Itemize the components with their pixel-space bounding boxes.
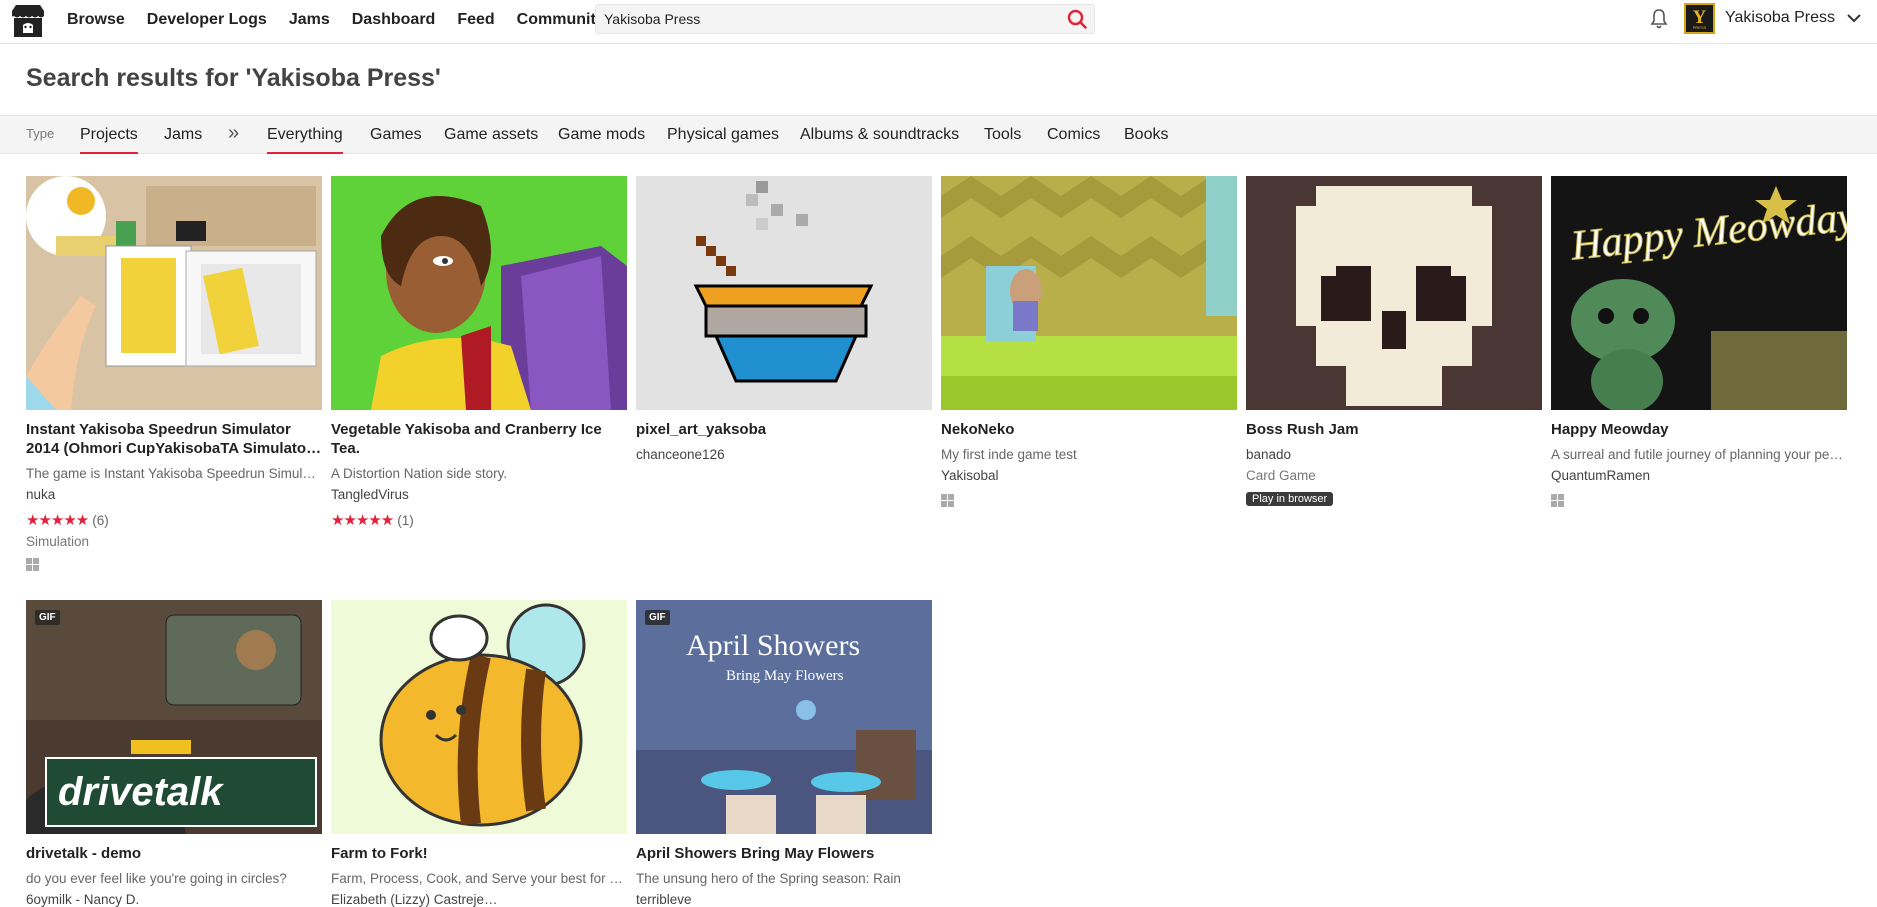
gif-badge: GIF	[645, 610, 670, 625]
nav-jams[interactable]: Jams	[289, 11, 330, 29]
game-genre: Card Game	[1246, 468, 1316, 483]
nav-browse[interactable]: Browse	[67, 11, 125, 29]
main-nav: Browse Developer Logs Jams Dashboard Fee…	[67, 0, 627, 40]
category-physical-games[interactable]: Physical games	[667, 116, 779, 154]
game-thumbnail[interactable]	[331, 176, 627, 410]
category-everything[interactable]: Everything	[267, 116, 343, 154]
game-thumbnail[interactable]	[26, 176, 322, 410]
filter-bar: Type Projects Jams » Everything Games Ga…	[0, 116, 1877, 154]
game-title[interactable]: drivetalk - demo	[26, 844, 322, 863]
stars-glyphs: ★★★★★	[26, 512, 89, 529]
category-game-assets[interactable]: Game assets	[444, 116, 538, 154]
rating-stars: ★★★★★ (6)	[26, 511, 109, 529]
windows-icon	[26, 558, 39, 571]
game-title[interactable]: Happy Meowday	[1551, 420, 1847, 439]
game-thumbnail[interactable]	[941, 176, 1237, 410]
nav-feed[interactable]: Feed	[457, 11, 494, 29]
tab-projects[interactable]: Projects	[80, 116, 138, 154]
rating-count: (6)	[92, 513, 109, 528]
nav-developer-logs[interactable]: Developer Logs	[147, 11, 267, 29]
game-description: do you ever feel like you're going in ci…	[26, 871, 287, 886]
game-author[interactable]: Elizabeth (Lizzy) Castreje…	[331, 892, 627, 907]
rating-count: (1)	[397, 513, 414, 528]
april-showers-art-text: April Showers	[686, 629, 860, 662]
game-genre: Simulation	[26, 534, 90, 549]
game-cell[interactable]: Farm to Fork! Farm, Process, Cook, and S…	[331, 600, 627, 907]
windows-icon	[1551, 494, 1564, 507]
itchio-logo-icon[interactable]	[8, 3, 48, 39]
game-cell[interactable]: NekoNeko My first inde game test Yakisob…	[941, 176, 1237, 516]
rating-stars: ★★★★★ (1)	[331, 511, 414, 529]
game-description: The game is Instant Yakisoba Speedrun Si…	[26, 466, 322, 481]
game-author[interactable]: Yakisobal	[941, 468, 1237, 483]
game-cell[interactable]: Vegetable Yakisoba and Cranberry Ice Tea…	[331, 176, 627, 536]
play-in-browser-badge: Play in browser	[1246, 492, 1334, 506]
game-description: Farm, Process, Cook, and Serve your best…	[331, 871, 627, 886]
category-tools[interactable]: Tools	[984, 116, 1021, 154]
bell-icon[interactable]	[1649, 8, 1669, 30]
game-description: The unsung hero of the Spring season: Ra…	[636, 871, 901, 886]
user-avatar[interactable]: Y PRESS	[1684, 3, 1715, 34]
april-showers-art-subtext: Bring May Flowers	[726, 668, 844, 684]
stars-glyphs: ★★★★★	[331, 512, 394, 529]
game-title[interactable]: pixel_art_yaksoba	[636, 420, 932, 439]
category-games[interactable]: Games	[370, 116, 422, 154]
game-author[interactable]: terribleve	[636, 892, 932, 907]
page-title: Search results for 'Yakisoba Press'	[26, 64, 441, 92]
game-title[interactable]: NekoNeko	[941, 420, 1237, 439]
game-title[interactable]: Instant Yakisoba Speedrun Simulator 2014…	[26, 420, 322, 458]
category-albums-soundtracks[interactable]: Albums & soundtracks	[800, 116, 959, 154]
game-cell[interactable]: drivetalk GIF drivetalk - demo do you ev…	[26, 600, 322, 907]
game-thumbnail[interactable]: Happy Meowday!	[1551, 176, 1847, 410]
game-thumbnail[interactable]	[331, 600, 627, 834]
game-cell[interactable]: Happy Meowday! Happy Meowday A surreal a…	[1551, 176, 1847, 516]
category-comics[interactable]: Comics	[1047, 116, 1100, 154]
game-thumbnail[interactable]: April Showers Bring May Flowers GIF	[636, 600, 932, 834]
game-author[interactable]: nuka	[26, 487, 322, 502]
nav-dashboard[interactable]: Dashboard	[352, 11, 436, 29]
avatar-sub: PRESS	[1692, 25, 1707, 30]
game-title[interactable]: April Showers Bring May Flowers	[636, 844, 932, 863]
game-author[interactable]: chanceone126	[636, 447, 932, 462]
category-books[interactable]: Books	[1124, 116, 1168, 154]
game-cell[interactable]: Instant Yakisoba Speedrun Simulator 2014…	[26, 176, 322, 576]
category-game-mods[interactable]: Game mods	[558, 116, 645, 154]
game-author[interactable]: QuantumRamen	[1551, 468, 1847, 483]
game-title[interactable]: Vegetable Yakisoba and Cranberry Ice Tea…	[331, 420, 627, 458]
title-bar: Search results for 'Yakisoba Press'	[0, 44, 1877, 116]
game-thumbnail[interactable]	[636, 176, 932, 410]
double-chevron-right-icon: »	[228, 122, 240, 144]
game-cell[interactable]: pixel_art_yaksoba chanceone126	[636, 176, 932, 476]
game-description: My first inde game test	[941, 447, 1077, 462]
game-cell[interactable]: Boss Rush Jam banado Card Game Play in b…	[1246, 176, 1542, 516]
top-header: Browse Developer Logs Jams Dashboard Fee…	[0, 0, 1877, 44]
game-title[interactable]: Boss Rush Jam	[1246, 420, 1542, 439]
game-title[interactable]: Farm to Fork!	[331, 844, 627, 863]
user-name[interactable]: Yakisoba Press	[1725, 9, 1835, 27]
drivetalk-art-text: drivetalk	[58, 770, 224, 814]
game-thumbnail[interactable]	[1246, 176, 1542, 410]
game-author[interactable]: 6oymilk - Nancy D.	[26, 892, 322, 907]
search-icon[interactable]	[1066, 8, 1088, 30]
game-description: A Distortion Nation side story.	[331, 466, 508, 481]
game-thumbnail[interactable]: drivetalk GIF	[26, 600, 322, 834]
game-description: A surreal and futile journey of planning…	[1551, 447, 1843, 462]
game-cell[interactable]: April Showers Bring May Flowers GIF Apri…	[636, 600, 932, 907]
filter-type-label: Type	[26, 126, 55, 141]
game-author[interactable]: TangledVirus	[331, 487, 627, 502]
nav-community[interactable]: Community	[517, 11, 605, 29]
windows-icon	[941, 494, 954, 507]
search-box	[595, 4, 1095, 34]
tab-jams[interactable]: Jams	[164, 116, 202, 154]
search-input[interactable]	[604, 5, 1044, 33]
game-author[interactable]: banado	[1246, 447, 1542, 462]
chevron-down-icon[interactable]	[1846, 11, 1862, 25]
gif-badge: GIF	[35, 610, 60, 625]
